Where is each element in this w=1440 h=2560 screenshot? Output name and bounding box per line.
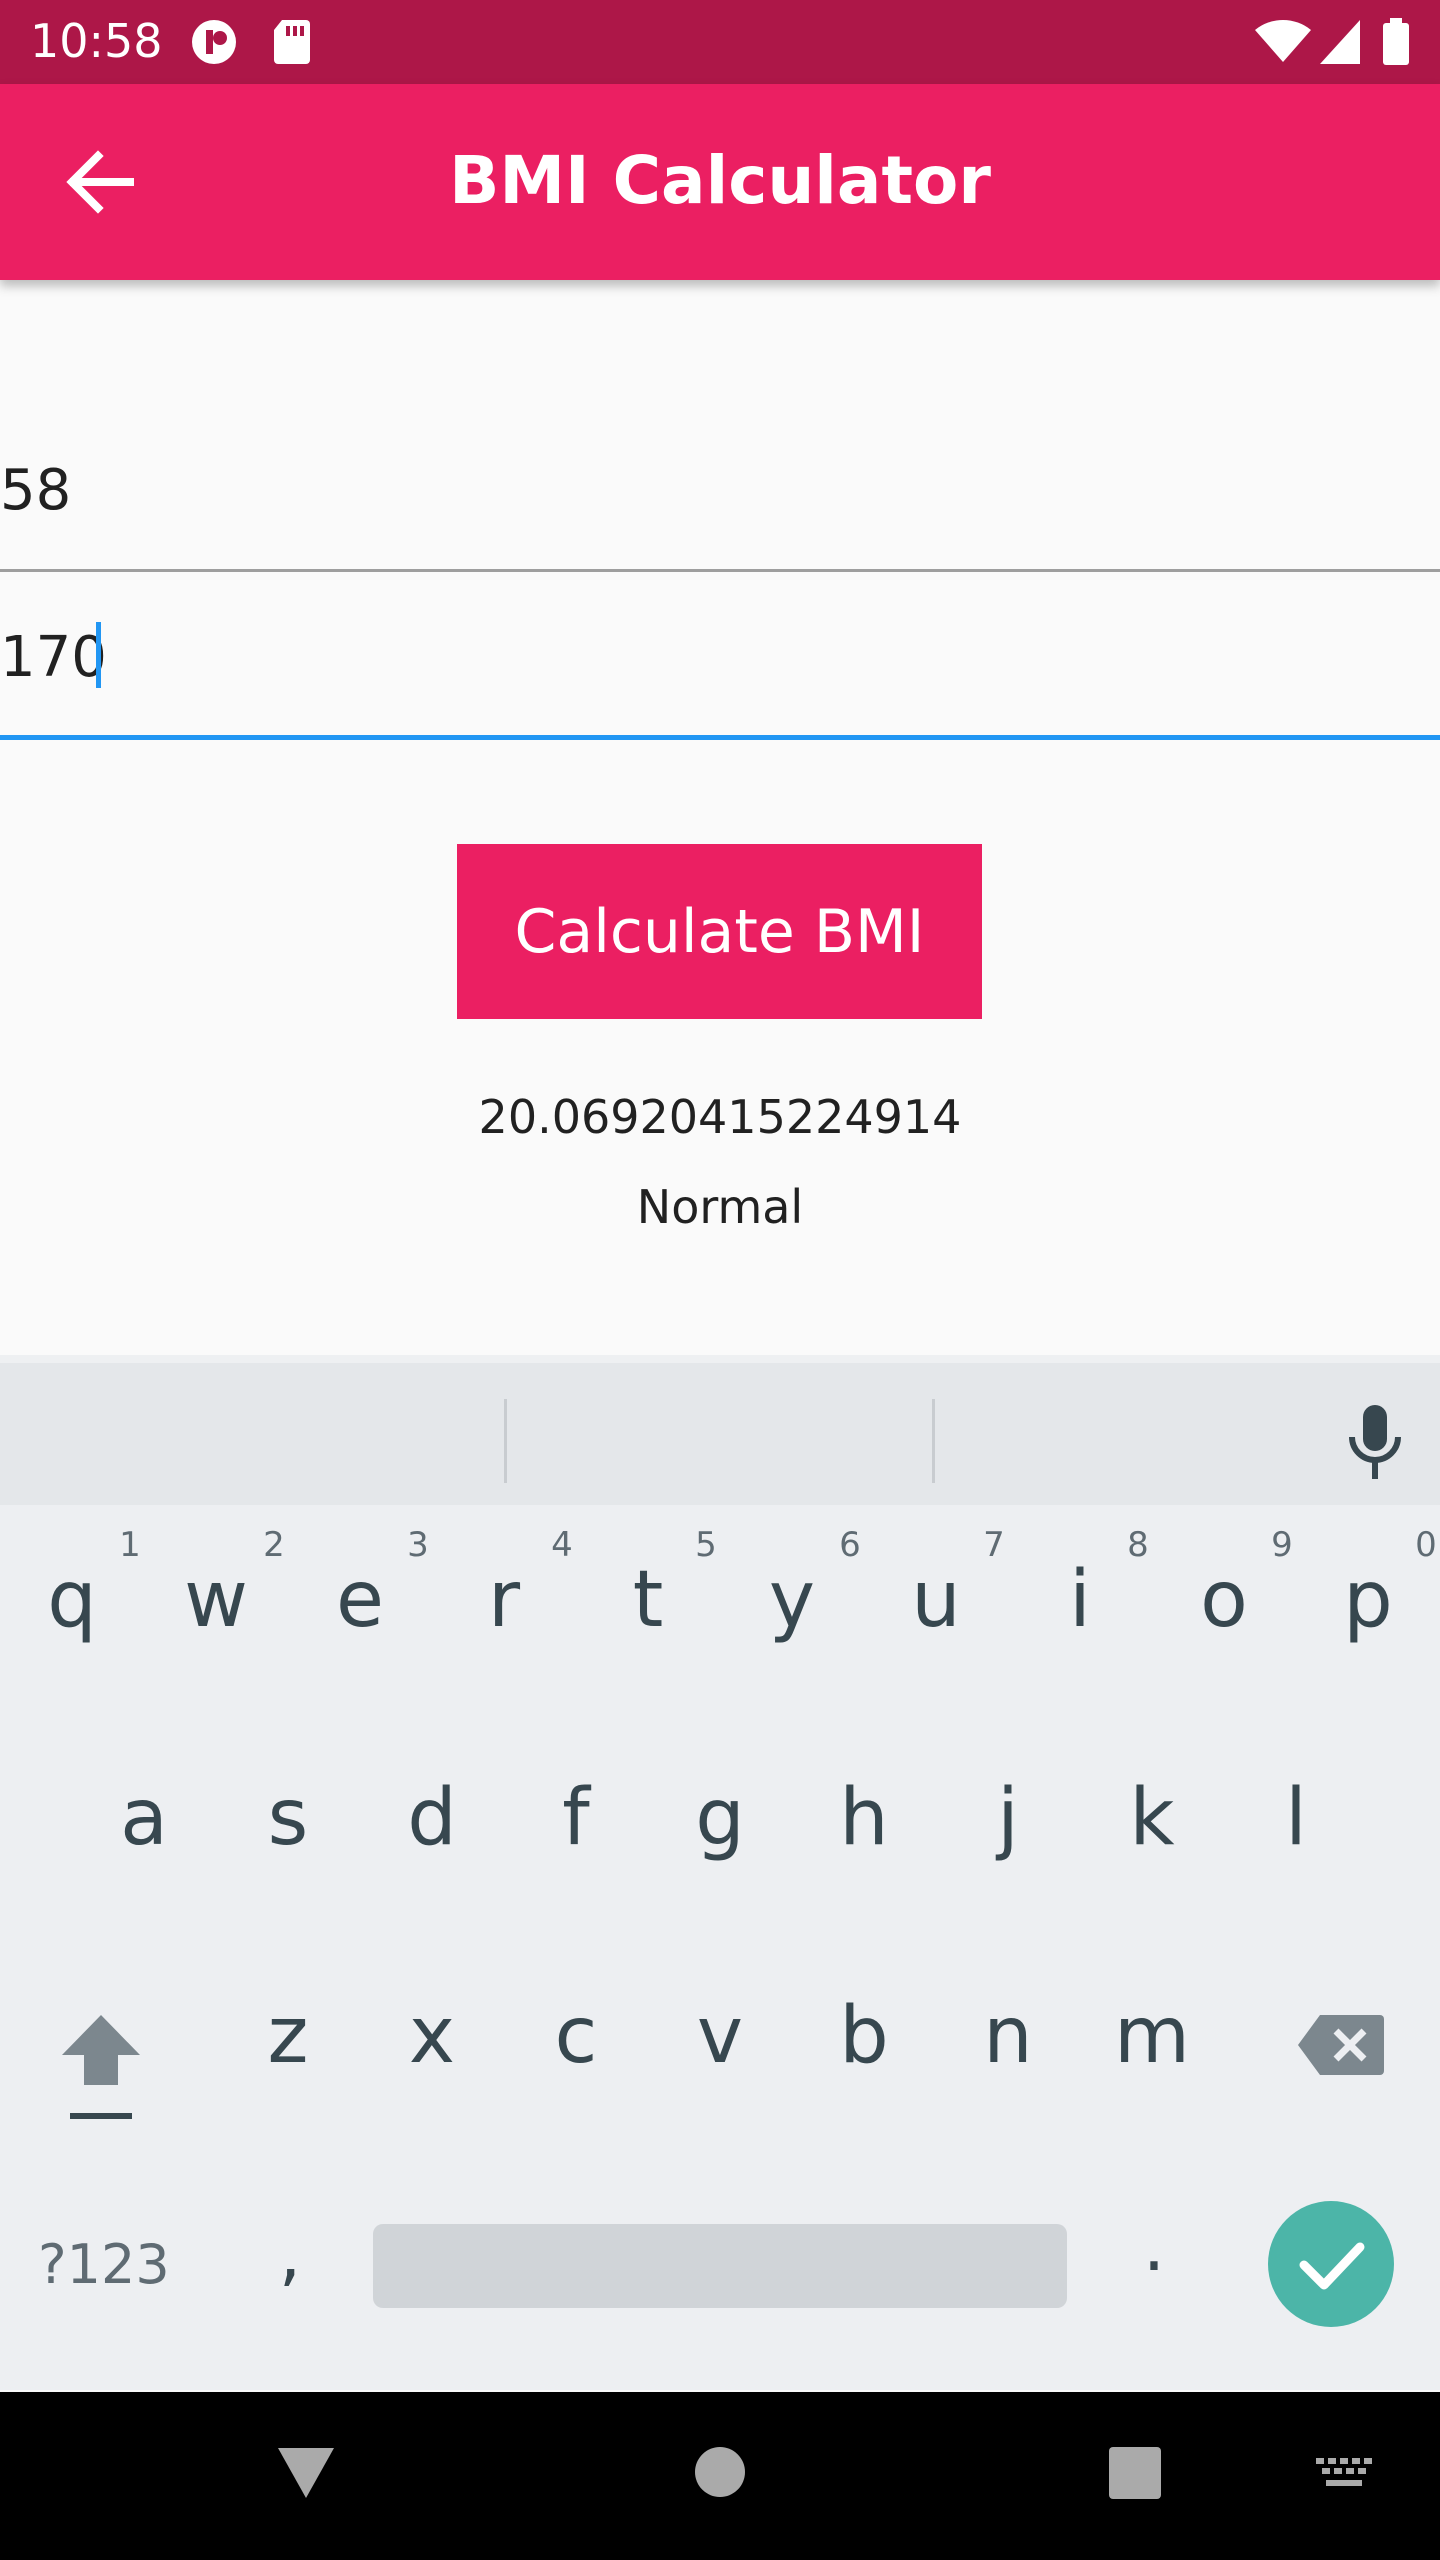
suggestion-divider bbox=[504, 1399, 507, 1483]
signal-icon bbox=[1320, 20, 1360, 64]
key-a[interactable]: a bbox=[94, 1773, 194, 1863]
key-v[interactable]: v bbox=[670, 1991, 770, 2081]
key-hint-8: 8 bbox=[1127, 1525, 1149, 1565]
key-t[interactable]: t bbox=[598, 1555, 698, 1645]
key-j[interactable]: j bbox=[958, 1773, 1058, 1863]
key-p[interactable]: p bbox=[1318, 1555, 1418, 1645]
sd-card-icon bbox=[274, 20, 310, 64]
text-cursor bbox=[96, 622, 101, 688]
key-u[interactable]: u bbox=[886, 1555, 986, 1645]
key-h[interactable]: h bbox=[814, 1773, 914, 1863]
key-hint-1: 1 bbox=[119, 1525, 141, 1565]
key-hint-3: 3 bbox=[407, 1525, 429, 1565]
nav-home-icon[interactable] bbox=[694, 2446, 746, 2498]
key-s[interactable]: s bbox=[238, 1773, 338, 1863]
weight-underline bbox=[0, 569, 1440, 572]
key-b[interactable]: b bbox=[814, 1991, 914, 2081]
key-z[interactable]: z bbox=[238, 1991, 338, 2081]
key-g[interactable]: g bbox=[670, 1773, 770, 1863]
notification-app-icon bbox=[192, 20, 236, 64]
key-i[interactable]: i bbox=[1030, 1555, 1130, 1645]
soft-keyboard: ?123 , . q1w2e3r4t5y6u7i8o9p0 asdfghjkl zx… bbox=[0, 1355, 1440, 2390]
weight-input[interactable] bbox=[0, 445, 1440, 535]
key-q[interactable]: q bbox=[22, 1555, 122, 1645]
key-o[interactable]: o bbox=[1174, 1555, 1274, 1645]
nav-recents-icon[interactable] bbox=[1108, 2446, 1162, 2500]
key-r[interactable]: r bbox=[454, 1555, 554, 1645]
space-key[interactable] bbox=[373, 2224, 1067, 2308]
navigation-bar bbox=[0, 2392, 1440, 2560]
key-e[interactable]: e bbox=[310, 1555, 410, 1645]
status-time: 10:58 bbox=[30, 14, 163, 68]
battery-icon bbox=[1383, 18, 1409, 65]
keyboard-switch-icon[interactable] bbox=[1316, 2458, 1372, 2494]
nav-back-icon[interactable] bbox=[276, 2446, 336, 2500]
key-hint-0: 0 bbox=[1415, 1525, 1437, 1565]
comma-key[interactable]: , bbox=[240, 2213, 340, 2295]
key-l[interactable]: l bbox=[1246, 1773, 1346, 1863]
key-hint-5: 5 bbox=[695, 1525, 717, 1565]
key-hint-7: 7 bbox=[983, 1525, 1005, 1565]
bmi-result-value: 20.06920415224914 bbox=[478, 1090, 962, 1144]
backspace-icon[interactable] bbox=[1296, 2013, 1384, 2077]
calculate-bmi-button[interactable]: Calculate BMI bbox=[457, 844, 982, 1019]
key-f[interactable]: f bbox=[526, 1773, 626, 1863]
key-x[interactable]: x bbox=[382, 1991, 482, 2081]
key-k[interactable]: k bbox=[1102, 1773, 1202, 1863]
height-underline-focused bbox=[0, 735, 1440, 740]
suggestion-divider bbox=[932, 1399, 935, 1483]
status-bar: 10:58 bbox=[0, 0, 1440, 84]
key-n[interactable]: n bbox=[958, 1991, 1058, 2081]
key-w[interactable]: w bbox=[166, 1555, 266, 1645]
key-y[interactable]: y bbox=[742, 1555, 842, 1645]
key-d[interactable]: d bbox=[382, 1773, 482, 1863]
key-m[interactable]: m bbox=[1102, 1991, 1202, 2081]
key-c[interactable]: c bbox=[526, 1991, 626, 2081]
key-hint-9: 9 bbox=[1271, 1525, 1293, 1565]
symbols-key[interactable]: ?123 bbox=[38, 2233, 178, 2296]
done-key[interactable] bbox=[1268, 2201, 1394, 2327]
period-key[interactable]: . bbox=[1104, 2205, 1204, 2287]
key-hint-6: 6 bbox=[839, 1525, 861, 1565]
checkmark-icon bbox=[1299, 2242, 1365, 2290]
microphone-icon[interactable] bbox=[1340, 1403, 1410, 1483]
app-bar: BMI Calculator bbox=[0, 84, 1440, 280]
key-hint-4: 4 bbox=[551, 1525, 573, 1565]
wifi-icon bbox=[1255, 19, 1311, 63]
height-input[interactable] bbox=[0, 612, 1440, 702]
key-hint-2: 2 bbox=[263, 1525, 285, 1565]
page-title: BMI Calculator bbox=[449, 142, 991, 219]
suggestion-strip bbox=[0, 1355, 1440, 1505]
shift-icon[interactable] bbox=[58, 2011, 144, 2123]
bmi-category: Normal bbox=[636, 1180, 804, 1234]
